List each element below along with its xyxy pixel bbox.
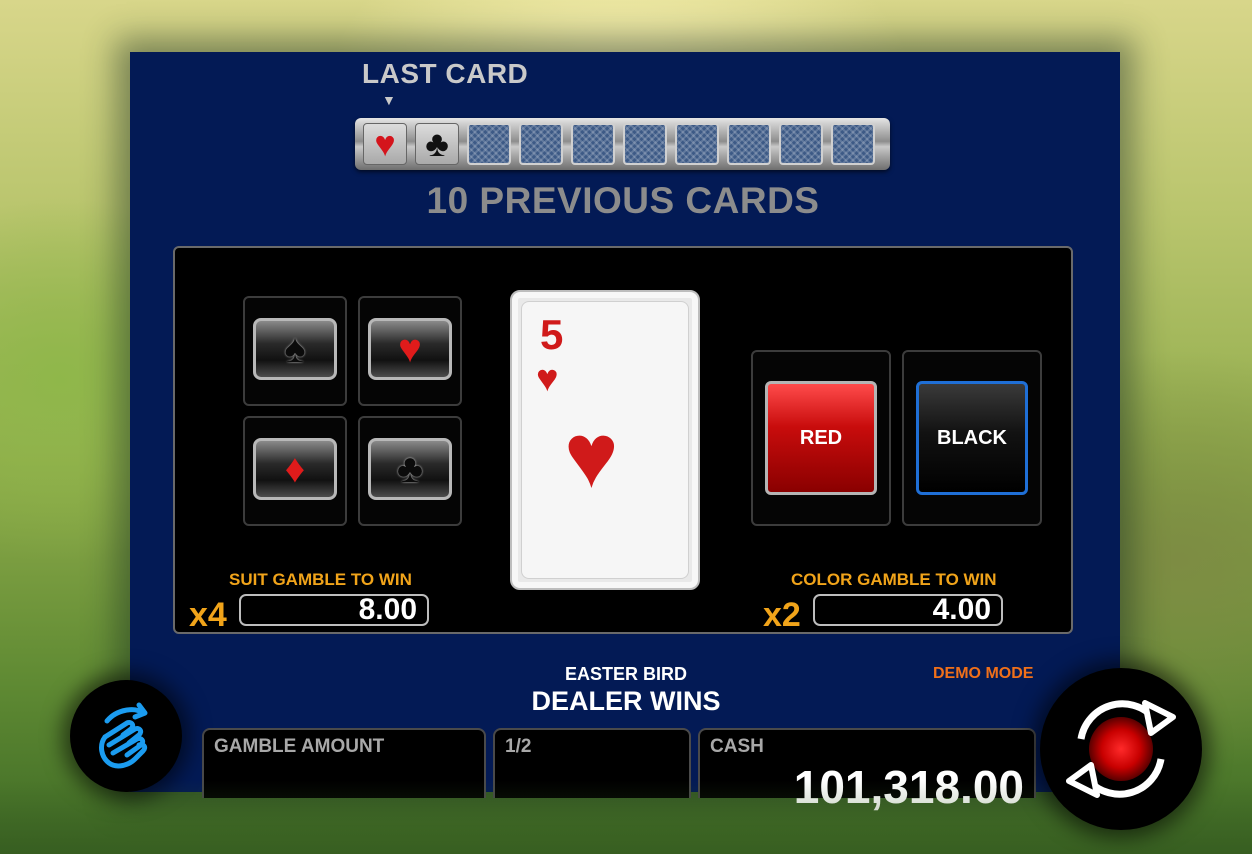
gamble-amount-label: GAMBLE AMOUNT (214, 736, 385, 757)
history-card-back (623, 123, 667, 165)
gamble-fraction-label: 1/2 (505, 736, 532, 757)
history-card-back (831, 123, 875, 165)
color-gamble-title: COLOR GAMBLE TO WIN (791, 570, 997, 589)
history-card-heart: ♥ (363, 123, 407, 165)
heart-button[interactable]: ♥ (368, 318, 452, 380)
current-card: 5 ♥ ♥ (510, 290, 700, 590)
suit-cell-diamond: ♦ (243, 416, 347, 526)
black-button[interactable]: BLACK (916, 381, 1028, 495)
suit-cell-spade: ♠ (243, 296, 347, 406)
spade-icon: ♠ (284, 327, 306, 371)
refresh-icon (1066, 700, 1176, 798)
diamond-icon: ♦ (284, 447, 306, 491)
suit-gamble-multiplier: x4 (189, 596, 227, 634)
diamond-button[interactable]: ♦ (253, 438, 337, 500)
last-card-arrow-icon: ▼ (382, 92, 396, 108)
card-big-heart-icon: ♥ (564, 405, 619, 507)
card-history-bar: ♥ ♣ (355, 118, 890, 170)
suit-gamble-title: SUIT GAMBLE TO WIN (229, 570, 412, 589)
color-gamble-value: 4.00 (813, 594, 1003, 626)
suit-cell-club: ♣ (358, 416, 462, 526)
suit-gamble-value: 8.00 (239, 594, 429, 626)
spin-button[interactable] (1040, 668, 1202, 830)
club-button[interactable]: ♣ (368, 438, 452, 500)
suit-cell-heart: ♥ (358, 296, 462, 406)
club-icon: ♣ (396, 447, 424, 491)
color-cell-red: RED (751, 350, 891, 526)
heart-icon: ♥ (398, 327, 422, 371)
hand-icon (99, 702, 148, 769)
history-card-club: ♣ (415, 123, 459, 165)
color-gamble-multiplier: x2 (763, 596, 801, 634)
card-rank: 5 (540, 311, 564, 358)
history-card-back (467, 123, 511, 165)
history-card-back (675, 123, 719, 165)
history-card-back (519, 123, 563, 165)
history-card-back (779, 123, 823, 165)
collect-button[interactable] (70, 680, 182, 792)
spade-button[interactable]: ♠ (253, 318, 337, 380)
history-card-back (727, 123, 771, 165)
previous-cards-label: 10 PREVIOUS CARDS (426, 180, 820, 221)
last-card-label: LAST CARD (362, 58, 529, 89)
color-cell-black: BLACK (902, 350, 1042, 526)
history-card-back (571, 123, 615, 165)
cash-label: CASH (710, 736, 764, 757)
demo-mode-label: DEMO MODE (933, 665, 1034, 682)
card-small-heart-icon: ♥ (536, 358, 559, 400)
red-button[interactable]: RED (765, 381, 877, 495)
